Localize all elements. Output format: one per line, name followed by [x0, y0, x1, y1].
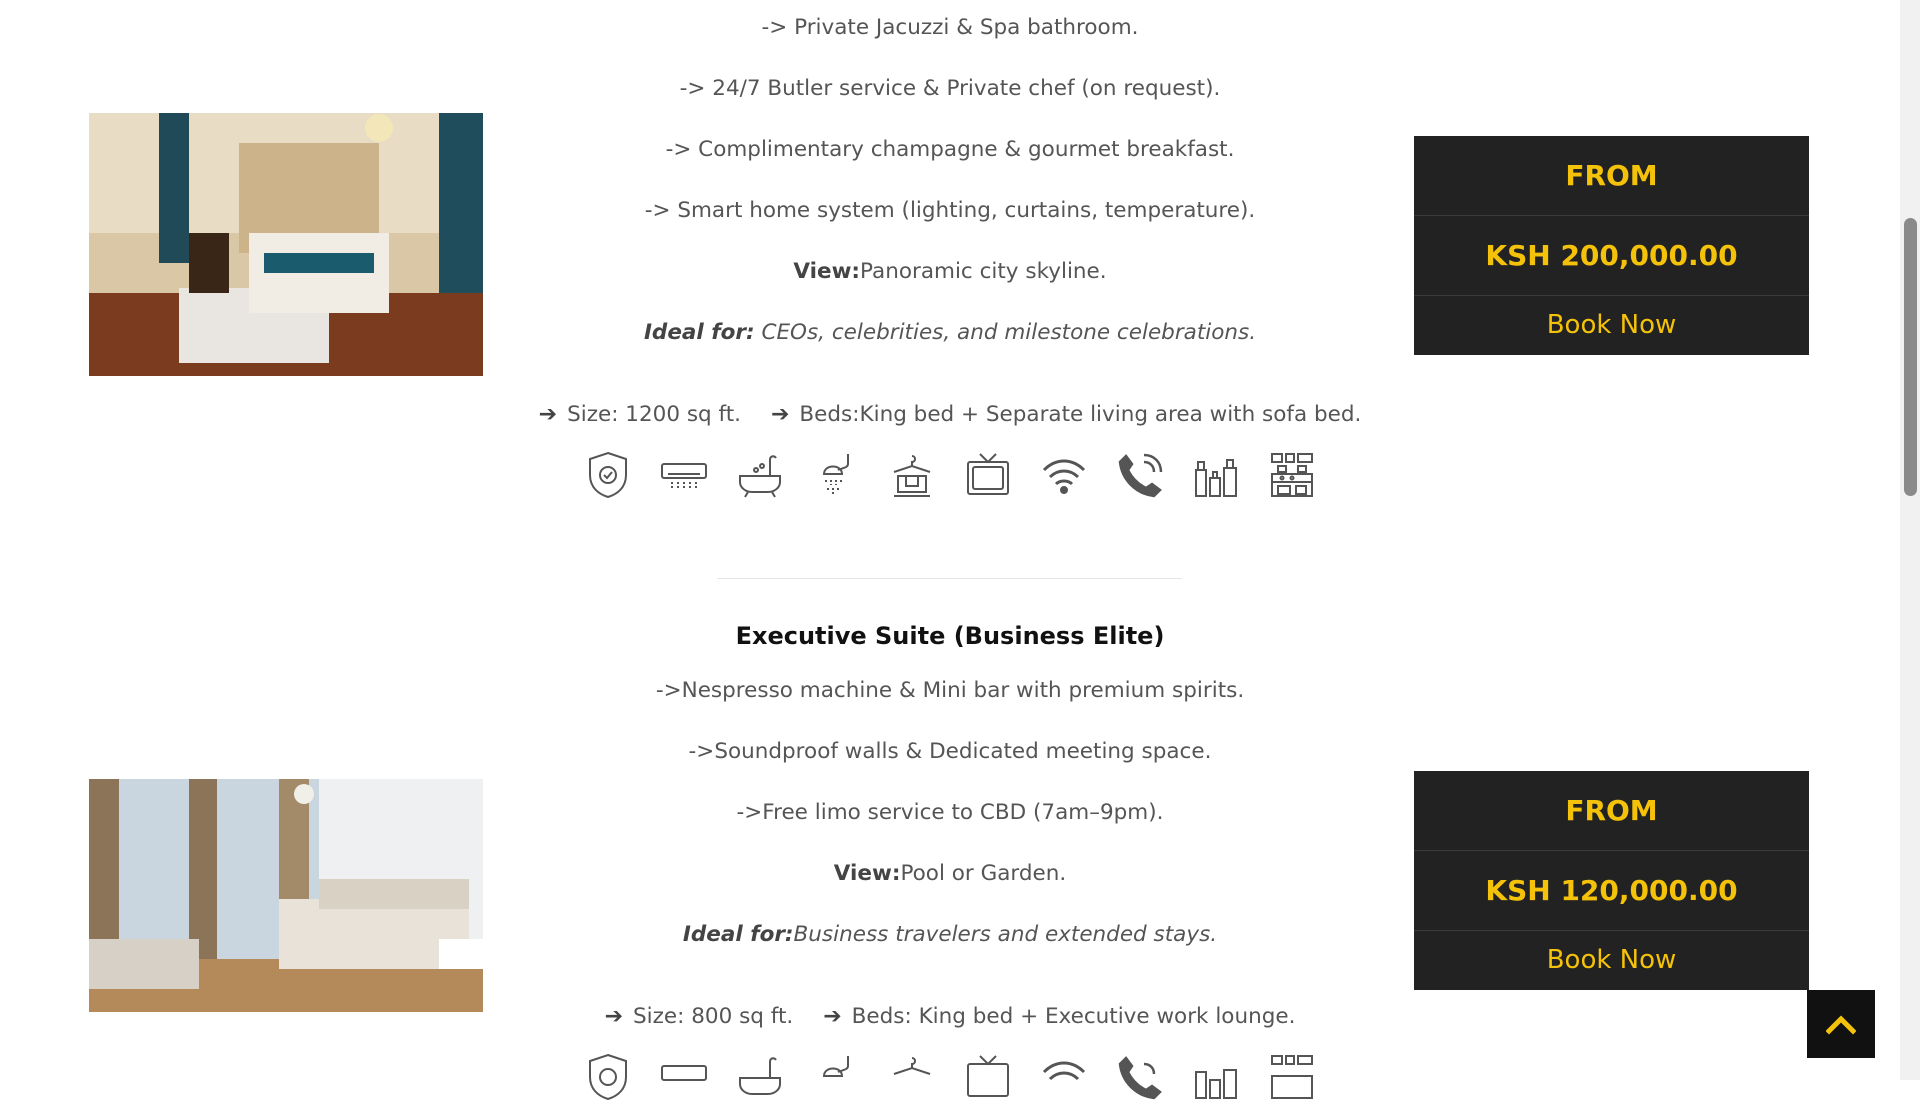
size-spec: ➔ Size: 800 sq ft.: [605, 982, 794, 1052]
bathtub-icon: [736, 1052, 784, 1102]
feature-line: ->Nespresso machine & Mini bar with prem…: [655, 678, 1245, 703]
feature-line: ->Soundproof walls & Dedicated meeting s…: [688, 739, 1212, 764]
toiletries-icon: [1192, 450, 1240, 500]
room-image-executive[interactable]: [89, 749, 483, 1012]
book-now-button[interactable]: Book Now: [1414, 296, 1809, 355]
ideal-label: Ideal for:: [682, 922, 794, 947]
feature-line: -> Private Jacuzzi & Spa bathroom.: [761, 15, 1139, 40]
iron-icon: [888, 1052, 936, 1102]
price-from-label: FROM: [1414, 771, 1809, 851]
room-title: Executive Suite (Business Elite): [735, 622, 1165, 650]
safe-icon: [584, 1052, 632, 1102]
feature-line: -> Smart home system (lighting, curtains…: [644, 198, 1256, 223]
kitchen-icon: [1268, 450, 1316, 500]
size-text: Size: 800 sq ft.: [633, 1004, 794, 1030]
room-description: -> Private Jacuzzi & Spa bathroom. -> 24…: [510, 14, 1390, 500]
feature-line: -> Complimentary champagne & gourmet bre…: [665, 137, 1235, 162]
scrollbar-thumb[interactable]: [1904, 218, 1917, 496]
amenities-row: [510, 1052, 1390, 1102]
feature-line: -> 24/7 Butler service & Private chef (o…: [679, 76, 1221, 101]
tv-icon: [964, 1052, 1012, 1102]
price-box: FROM KSH 120,000.00 Book Now: [1414, 771, 1809, 990]
price-value: KSH 200,000.00: [1414, 216, 1809, 296]
size-spec: ➔ Size: 1200 sq ft.: [539, 380, 741, 450]
view-label: View:: [833, 861, 901, 886]
wifi-icon: [1040, 450, 1088, 500]
chevron-up-icon: [1826, 1015, 1856, 1035]
price-box: FROM KSH 200,000.00 Book Now: [1414, 136, 1809, 355]
amenities-row: [510, 450, 1390, 500]
ideal-line: Ideal for:Business travelers and extende…: [510, 921, 1390, 982]
feature-line: ->Free limo service to CBD (7am–9pm).: [736, 800, 1164, 825]
air-conditioner-icon: [660, 450, 708, 500]
air-conditioner-icon: [660, 1052, 708, 1102]
bathtub-icon: [736, 450, 784, 500]
beds-spec: ➔ Beds:King bed + Separate living area w…: [771, 380, 1361, 450]
phone-icon: [1116, 1052, 1164, 1102]
arrow-right-icon: ➔: [604, 1003, 623, 1029]
view-line: View:Panoramic city skyline.: [510, 258, 1390, 319]
size-text: Size: 1200 sq ft.: [567, 402, 741, 428]
room-image-presidential[interactable]: [89, 113, 483, 376]
iron-icon: [888, 450, 936, 500]
beds-spec: ➔ Beds: King bed + Executive work lounge…: [823, 982, 1295, 1052]
price-from-label: FROM: [1414, 136, 1809, 216]
beds-text: Beds:King bed + Separate living area wit…: [799, 402, 1362, 428]
view-value: Pool or Garden.: [900, 861, 1067, 886]
arrow-right-icon: ➔: [770, 401, 790, 427]
arrow-right-icon: ➔: [538, 401, 558, 427]
ideal-value: CEOs, celebrities, and milestone celebra…: [754, 320, 1257, 345]
shower-icon: [812, 1052, 860, 1102]
tv-icon: [964, 450, 1012, 500]
view-value: Panoramic city skyline.: [860, 259, 1107, 284]
view-label: View:: [793, 259, 861, 284]
room-description: Executive Suite (Business Elite) ->Nespr…: [510, 621, 1390, 1102]
view-line: View:Pool or Garden.: [510, 860, 1390, 921]
ideal-value: Business travelers and extended stays.: [793, 922, 1218, 947]
back-to-top-button[interactable]: [1807, 990, 1875, 1058]
safe-icon: [584, 450, 632, 500]
phone-icon: [1116, 450, 1164, 500]
price-value: KSH 120,000.00: [1414, 851, 1809, 931]
beds-text: Beds: King bed + Executive work lounge.: [851, 1004, 1296, 1030]
toiletries-icon: [1192, 1052, 1240, 1102]
room-specs: ➔ Size: 1200 sq ft. ➔ Beds:King bed + Se…: [510, 380, 1390, 450]
wifi-icon: [1040, 1052, 1088, 1102]
shower-icon: [812, 450, 860, 500]
arrow-right-icon: ➔: [823, 1003, 842, 1029]
kitchen-icon: [1268, 1052, 1316, 1102]
section-divider: [717, 578, 1182, 579]
ideal-line: Ideal for: CEOs, celebrities, and milest…: [510, 319, 1390, 380]
room-specs: ➔ Size: 800 sq ft. ➔ Beds: King bed + Ex…: [510, 982, 1390, 1052]
book-now-button[interactable]: Book Now: [1414, 931, 1809, 990]
ideal-label: Ideal for:: [643, 320, 755, 345]
vertical-scrollbar[interactable]: [1900, 0, 1920, 1080]
